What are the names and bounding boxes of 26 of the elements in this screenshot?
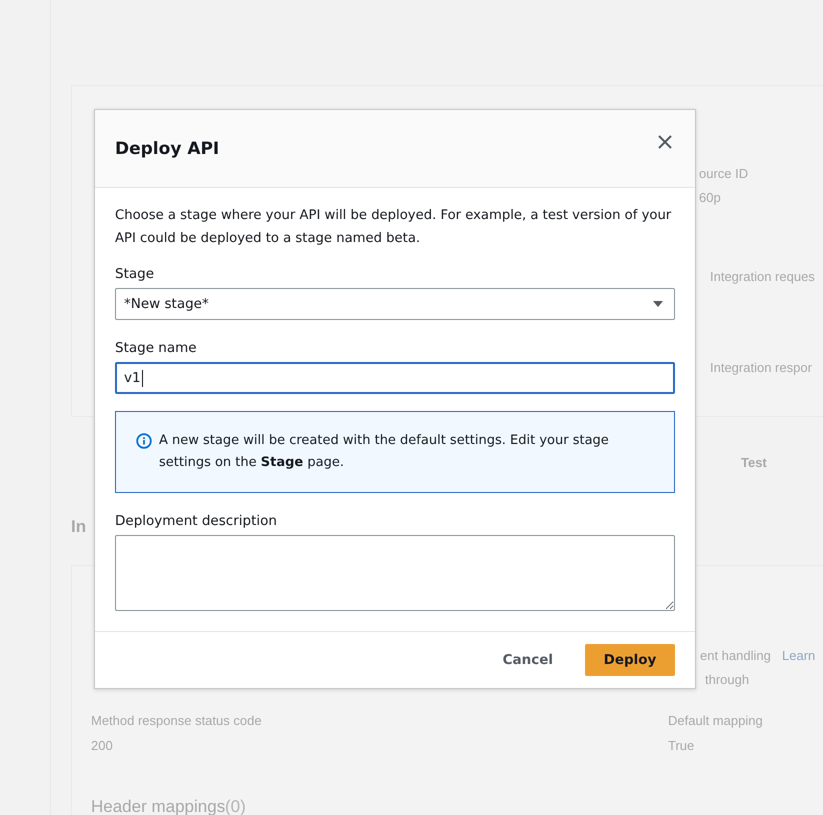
dialog-title: Deploy API [115, 138, 220, 158]
field-label: Stage [115, 266, 156, 282]
caret-icon [652, 300, 664, 308]
deploy-button[interactable]: Deploy [585, 644, 675, 676]
text-area[interactable] [115, 535, 675, 611]
field-label: Stage name [115, 340, 198, 356]
input-field[interactable]: v1 [115, 362, 675, 394]
info-text: A new stage will be created with the default settings. Edit your stage settings on the Stage page. [159, 432, 610, 472]
background-text: through [705, 672, 750, 687]
close-icon[interactable] [657, 134, 673, 150]
field-label: Deployment description [115, 513, 278, 529]
info-icon [136, 433, 152, 449]
background-text: 200 [91, 738, 113, 753]
background-text: Method response status code [91, 713, 262, 728]
background-text: Integration reques [710, 269, 815, 284]
background-text: ent handling [700, 648, 771, 663]
cancel-button[interactable]: Cancel [486, 644, 569, 676]
background-text: In [71, 517, 86, 537]
description-text: Choose a stage where your API will be deployed. For example, a test version of your API could be deployed to a stage named beta. [115, 207, 672, 248]
background-text: Integration respor [710, 360, 812, 375]
background-text: Test [741, 455, 767, 470]
background-text: Default mapping [668, 713, 763, 728]
stage-dropdown[interactable]: *New stage* [115, 288, 675, 320]
background-text: True [668, 738, 694, 753]
background-text: 60p [699, 190, 721, 205]
background-text: ource ID [699, 166, 748, 181]
